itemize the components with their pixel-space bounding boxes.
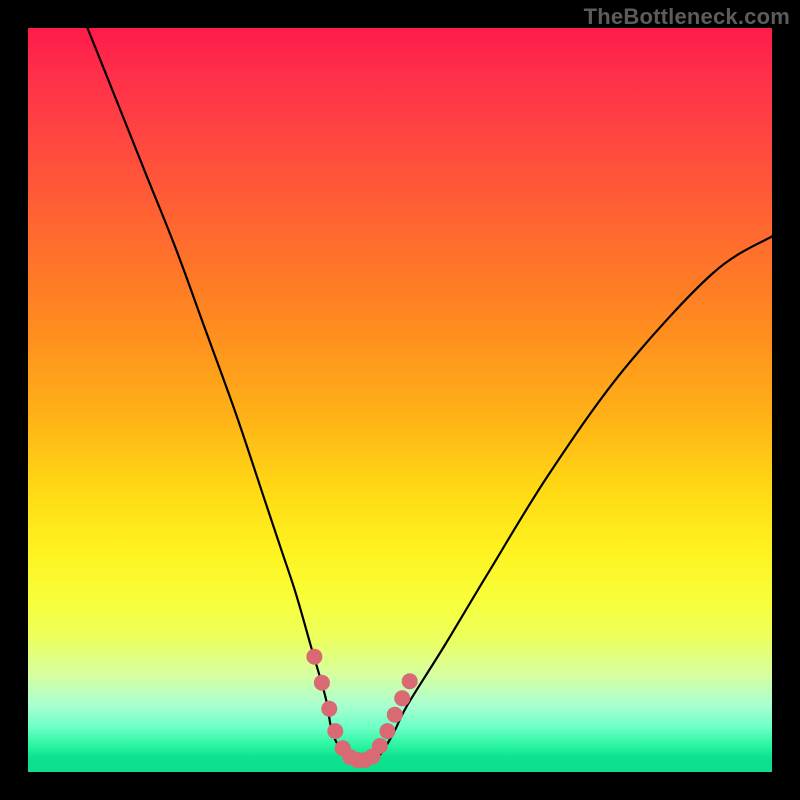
optimal-region-markers [306, 649, 417, 768]
optimal-marker-dot [402, 673, 418, 689]
optimal-marker-dot [327, 723, 343, 739]
optimal-marker-dot [306, 649, 322, 665]
curve-svg [28, 28, 772, 772]
watermark-text: TheBottleneck.com [584, 4, 790, 30]
optimal-marker-dot [387, 707, 403, 723]
optimal-marker-dot [321, 701, 337, 717]
optimal-marker-dot [379, 723, 395, 739]
chart-frame: TheBottleneck.com [0, 0, 800, 800]
optimal-marker-dot [314, 675, 330, 691]
bottleneck-curve [88, 28, 773, 761]
optimal-marker-dot [394, 690, 410, 706]
optimal-marker-dot [372, 738, 388, 754]
plot-area [28, 28, 772, 772]
